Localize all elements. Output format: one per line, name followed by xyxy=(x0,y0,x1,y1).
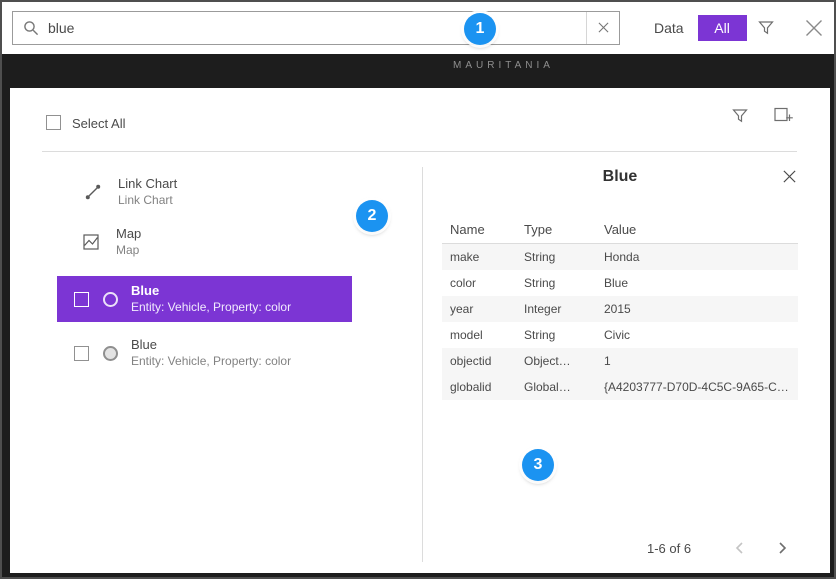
table-row: make String Honda xyxy=(442,244,798,270)
table-row: color String Blue xyxy=(442,270,798,296)
list-item-link-chart[interactable]: Link Chart Link Chart xyxy=(84,176,177,208)
detail-close-button[interactable] xyxy=(779,168,799,188)
close-x-icon xyxy=(782,169,797,187)
list-item-title: Blue xyxy=(131,337,291,353)
add-item-icon xyxy=(773,104,794,128)
cell-name: objectid xyxy=(450,354,524,368)
data-all-toggle: Data All xyxy=(648,15,747,41)
pagination-label: 1-6 of 6 xyxy=(647,541,691,556)
cell-name: make xyxy=(450,250,524,264)
all-toggle-button[interactable]: All xyxy=(698,15,747,41)
annotation-circle-2: 2 xyxy=(356,200,388,232)
add-to-list-button[interactable] xyxy=(769,102,797,130)
cell-name: color xyxy=(450,276,524,290)
search-input[interactable]: blue xyxy=(48,20,586,36)
clear-x-icon xyxy=(598,21,609,36)
search-icon xyxy=(23,20,39,36)
app-window: MAURITANIA so Faso blue Data All xyxy=(0,0,836,579)
list-item-subtitle: Map xyxy=(116,242,141,258)
list-item-blue-selected[interactable]: Blue Entity: Vehicle, Property: color xyxy=(57,276,352,322)
data-toggle-button[interactable]: Data xyxy=(648,20,698,36)
panel-filter-button[interactable] xyxy=(727,104,753,130)
cell-name: globalid xyxy=(450,380,524,394)
chevron-right-icon xyxy=(775,541,789,558)
search-bar: blue Data All xyxy=(2,2,834,54)
cell-type: String xyxy=(524,328,604,342)
table-row: model String Civic xyxy=(442,322,798,348)
list-item-blue[interactable]: Blue Entity: Vehicle, Property: color xyxy=(57,330,352,376)
cell-type: Global… xyxy=(524,380,604,394)
properties-table: Name Type Value make String Honda color … xyxy=(442,216,798,400)
cell-value: Civic xyxy=(604,328,798,342)
results-panel: Select All Link Chart Link Chart xyxy=(10,88,830,573)
filter-icon xyxy=(757,19,775,40)
clear-search-button[interactable] xyxy=(586,12,619,44)
select-all-checkbox[interactable] xyxy=(46,115,61,130)
table-row: objectid Object… 1 xyxy=(442,348,798,374)
list-item-subtitle: Entity: Vehicle, Property: color xyxy=(131,299,291,315)
list-item-title: Map xyxy=(116,226,141,242)
list-item-subtitle: Link Chart xyxy=(118,192,177,208)
list-item-title: Link Chart xyxy=(118,176,177,192)
search-input-box[interactable]: blue xyxy=(12,11,620,45)
map-icon xyxy=(82,233,100,251)
header-divider xyxy=(42,151,797,152)
cell-value: 1 xyxy=(604,354,798,368)
link-chart-icon xyxy=(84,183,102,201)
close-x-icon xyxy=(804,18,824,41)
cell-value: 2015 xyxy=(604,302,798,316)
previous-page-button[interactable] xyxy=(728,537,752,561)
entity-circle-icon xyxy=(103,292,118,307)
table-header-row: Name Type Value xyxy=(442,216,798,244)
cell-name: model xyxy=(450,328,524,342)
cell-name: year xyxy=(450,302,524,316)
table-row: year Integer 2015 xyxy=(442,296,798,322)
chevron-left-icon xyxy=(733,541,747,558)
cell-type: Object… xyxy=(524,354,604,368)
cell-type: String xyxy=(524,250,604,264)
list-item-subtitle: Entity: Vehicle, Property: color xyxy=(131,353,291,369)
cell-value: Blue xyxy=(604,276,798,290)
filter-icon xyxy=(731,107,749,128)
select-all-label: Select All xyxy=(72,116,125,131)
column-header: Type xyxy=(524,222,604,237)
cell-value: Honda xyxy=(604,250,798,264)
list-item-title: Blue xyxy=(131,283,291,299)
map-label: MAURITANIA xyxy=(453,60,554,71)
cell-value: {A4203777-D70D-4C5C-9A65-C… xyxy=(604,380,798,394)
cell-type: String xyxy=(524,276,604,290)
row-checkbox[interactable] xyxy=(74,292,89,307)
detail-title: Blue xyxy=(442,168,798,186)
list-item-map[interactable]: Map Map xyxy=(82,226,141,258)
column-header: Value xyxy=(604,222,798,237)
panel-divider xyxy=(422,167,423,562)
annotation-circle-1: 1 xyxy=(464,13,496,45)
close-button[interactable] xyxy=(801,16,827,42)
row-checkbox[interactable] xyxy=(74,346,89,361)
next-page-button[interactable] xyxy=(770,537,794,561)
column-header: Name xyxy=(450,222,524,237)
table-row: globalid Global… {A4203777-D70D-4C5C-9A6… xyxy=(442,374,798,400)
filter-button[interactable] xyxy=(753,16,779,42)
entity-circle-icon xyxy=(103,346,118,361)
annotation-circle-3: 3 xyxy=(522,449,554,481)
cell-type: Integer xyxy=(524,302,604,316)
